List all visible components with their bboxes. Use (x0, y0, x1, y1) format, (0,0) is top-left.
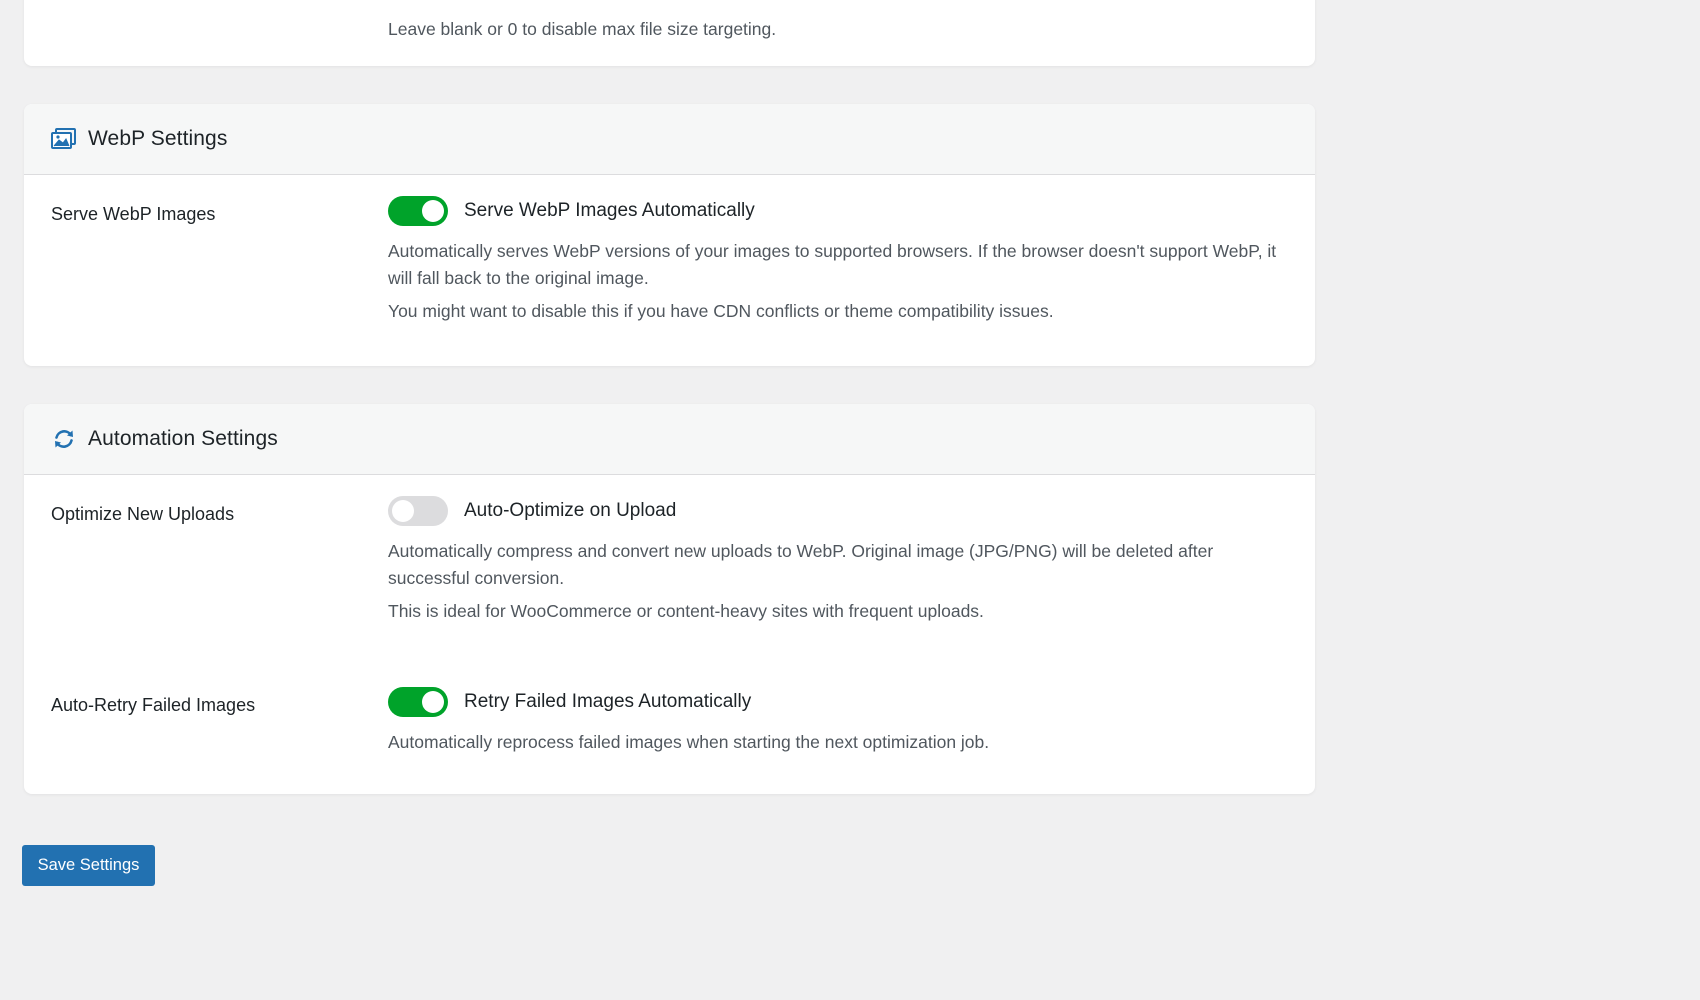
optimize-uploads-field: Auto-Optimize on Upload Automatically co… (388, 496, 1285, 625)
sync-icon (51, 426, 77, 452)
automation-settings-card: Automation Settings Optimize New Uploads… (24, 404, 1315, 794)
auto-optimize-toggle-label[interactable]: Auto-Optimize on Upload (464, 500, 676, 522)
max-file-size-card: Leave blank or 0 to disable max file siz… (24, 0, 1315, 66)
save-settings-button[interactable]: Save Settings (22, 845, 155, 886)
max-file-size-description: Leave blank or 0 to disable max file siz… (388, 19, 777, 39)
auto-retry-field: Retry Failed Images Automatically Automa… (388, 687, 1285, 756)
auto-optimize-toggle[interactable] (388, 496, 448, 526)
serve-webp-description: Automatically serves WebP versions of yo… (388, 241, 1277, 288)
optimize-uploads-label: Optimize New Uploads (51, 504, 235, 524)
auto-optimize-description: Automatically compress and convert new u… (388, 541, 1214, 588)
webp-settings-title: WebP Settings (88, 127, 228, 150)
auto-retry-toggle[interactable] (388, 687, 448, 717)
image-icon (51, 126, 77, 152)
auto-retry-label: Auto-Retry Failed Images (51, 695, 256, 715)
auto-retry-description: Automatically reprocess failed images wh… (388, 732, 990, 752)
webp-settings-card: WebP Settings Serve WebP Images Serve We… (24, 104, 1315, 366)
serve-webp-field: Serve WebP Images Automatically Automati… (388, 196, 1285, 325)
auto-optimize-note: This is ideal for WooCommerce or content… (388, 601, 984, 621)
serve-webp-note: You might want to disable this if you ha… (388, 301, 1054, 321)
automation-settings-title: Automation Settings (88, 427, 278, 450)
serve-webp-label: Serve WebP Images (51, 204, 216, 224)
automation-settings-header: Automation Settings (24, 404, 1315, 475)
webp-settings-header: WebP Settings (24, 104, 1315, 175)
serve-webp-toggle[interactable] (388, 196, 448, 226)
serve-webp-toggle-label[interactable]: Serve WebP Images Automatically (464, 200, 755, 222)
auto-retry-toggle-label[interactable]: Retry Failed Images Automatically (464, 691, 751, 713)
